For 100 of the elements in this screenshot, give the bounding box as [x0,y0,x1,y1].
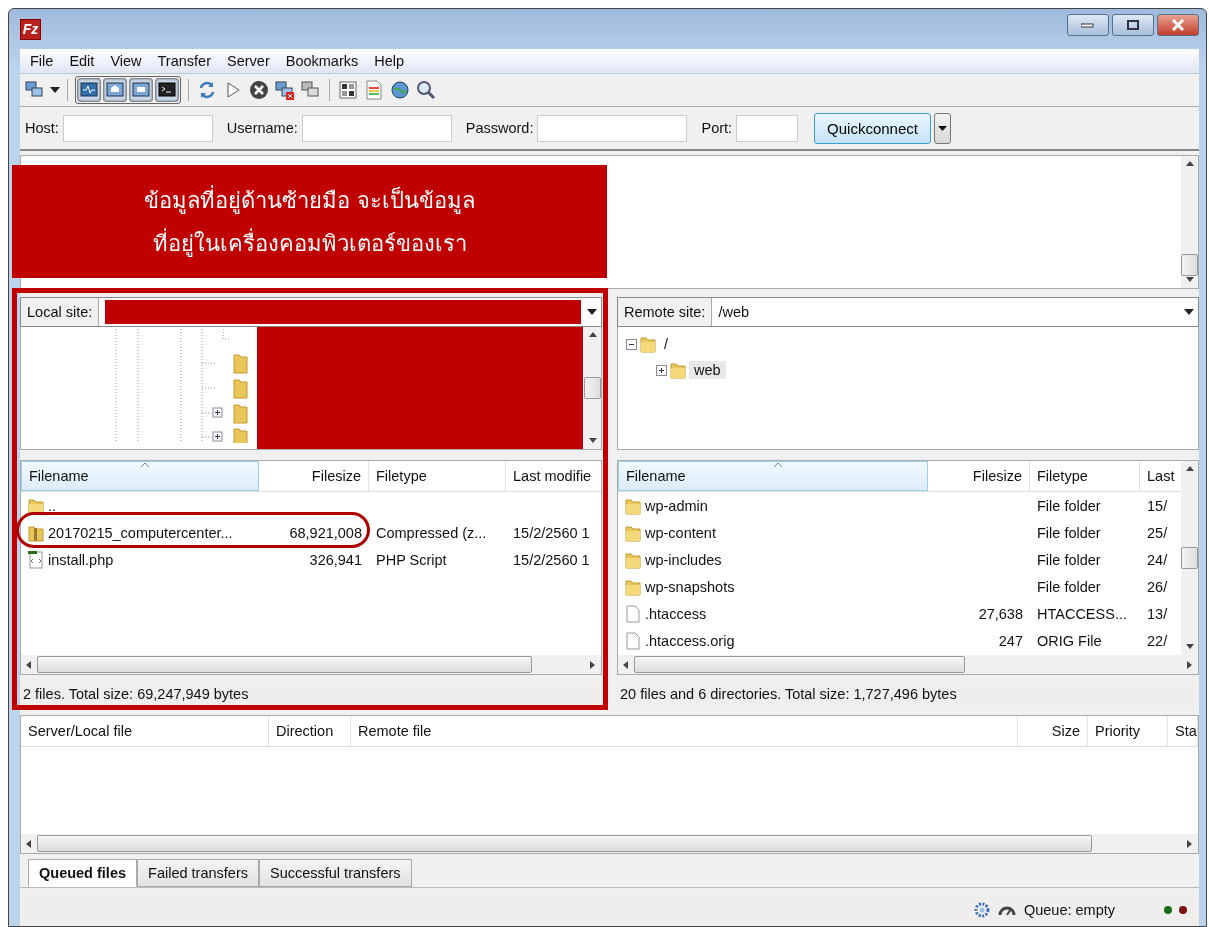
menu-item[interactable]: View [102,53,150,69]
file-name[interactable]: wp-snapshots [645,578,735,595]
close-button[interactable] [1157,14,1199,36]
expand-icon[interactable] [656,364,667,376]
tab[interactable]: Failed transfers [137,859,259,887]
tree-item[interactable]: web [689,361,726,379]
disconnect-icon[interactable] [274,79,296,101]
horizontal-scrollbar[interactable] [21,834,1198,853]
column-header[interactable]: Filesize [928,461,1030,491]
right-arrow-icon[interactable] [1186,839,1194,848]
down-arrow-icon[interactable] [588,437,597,445]
column-header[interactable]: Remote file [351,716,1018,746]
caret-icon[interactable] [587,309,597,315]
app-logo: Fz [20,18,41,40]
horizontal-scrollbar[interactable] [21,655,601,674]
collapse-icon[interactable] [626,338,637,350]
scrollbar-thumb[interactable] [1181,547,1198,569]
column-header[interactable]: Filename [618,461,928,491]
annotation-text: ข้อมูลที่อยู่ด้านซ้ายมือ จะเป็นข้อมูล [144,184,475,216]
quickconnect-button[interactable]: Quickconnect [814,112,931,144]
field-label: Username: [226,120,298,136]
file-modified: 22/ [1147,632,1168,649]
close-icon [1171,19,1185,31]
cancel-icon[interactable] [248,79,270,101]
minimize-button[interactable] [1067,14,1109,36]
menu-item[interactable]: Transfer [149,53,219,69]
minimize-icon [1081,22,1095,28]
column-header[interactable]: Priority [1088,716,1168,746]
menu-item[interactable]: File [22,53,62,69]
left-arrow-icon[interactable] [25,660,33,669]
file-name[interactable]: wp-admin [645,497,708,514]
file-name[interactable]: .htaccess.orig [645,632,735,649]
column-header[interactable]: Filename [21,461,259,491]
column-header[interactable]: Filetype [1030,461,1140,491]
input-field[interactable] [62,114,213,142]
down-arrow-icon[interactable] [1185,276,1194,284]
horizontal-scrollbar[interactable] [618,655,1198,674]
caret-icon[interactable] [1184,309,1194,315]
scrollbar-thumb[interactable] [1181,254,1198,276]
file-modified: 13/ [1147,605,1168,622]
menu-item[interactable]: Bookmarks [277,53,367,69]
file-type: Compressed (z... [376,524,487,541]
file-type: File folder [1037,578,1101,595]
column-header[interactable]: Size [1018,716,1088,746]
vertical-scrollbar[interactable] [1181,461,1198,655]
up-arrow-icon[interactable] [1185,160,1194,168]
left-arrow-icon[interactable] [25,839,33,848]
scrollbar-thumb[interactable] [634,656,965,673]
column-header[interactable]: Direction [269,716,351,746]
down-arrow-icon[interactable] [1185,643,1194,651]
input-field[interactable] [537,114,688,142]
file-name[interactable]: install.php [48,551,114,568]
tab[interactable]: Successful transfers [258,859,412,887]
column-header[interactable]: Filetype [369,461,506,491]
field-label: Password: [465,120,534,136]
globe-icon[interactable] [389,79,411,101]
annotation-text: ที่อยู่ในเครื่องคอมพิวเตอร์ของเรา [152,227,467,259]
vertical-scrollbar[interactable] [1181,156,1198,288]
input-field[interactable] [736,114,799,142]
file-name[interactable]: 20170215_computercenter... [48,524,233,541]
folder-icon [625,523,641,542]
right-arrow-icon[interactable] [589,660,597,669]
file-type: File folder [1037,551,1101,568]
path-field[interactable]: /web [718,304,750,320]
column-header[interactable]: Filesize [259,461,369,491]
up-arrow-icon[interactable] [1185,465,1194,473]
scrollbar-thumb[interactable] [37,835,1093,852]
menu-item[interactable]: Edit [61,53,103,69]
file-name[interactable]: wp-includes [645,551,722,568]
field-label: Host: [25,120,59,136]
file-modified: 24/ [1147,551,1168,568]
scrollbar-thumb[interactable] [584,377,601,399]
column-header[interactable]: Last modifie [506,461,601,491]
column-header[interactable]: Sta [1168,716,1198,746]
menu-item[interactable]: Help [366,53,413,69]
tree-item[interactable]: / [659,335,674,353]
vertical-scrollbar[interactable] [584,327,601,449]
file-name[interactable]: .htaccess [645,605,707,622]
column-header[interactable]: Server/Local file [21,716,269,746]
compare-icon[interactable] [363,79,385,101]
right-arrow-icon[interactable] [1186,660,1194,669]
dropdown-button[interactable] [934,112,951,144]
search-icon[interactable] [415,79,437,101]
filter-icon[interactable] [337,79,359,101]
input-field[interactable] [301,114,452,142]
caret-icon[interactable] [50,87,60,93]
script-file-icon [28,550,44,569]
up-arrow-icon[interactable] [588,331,597,339]
field-label: Port: [701,120,733,136]
menu-item[interactable]: Server [219,53,278,69]
file-modified: 15/2/2560 1 [513,551,590,568]
maximize-button[interactable] [1112,14,1154,36]
file-icon [625,631,641,650]
scrollbar-thumb[interactable] [37,656,533,673]
file-name[interactable]: wp-content [645,524,716,541]
file-name[interactable]: .. [48,497,57,514]
left-arrow-icon[interactable] [622,660,630,669]
file-size: 247 [998,632,1023,649]
tab[interactable]: Queued files [28,859,138,887]
folder-icon [640,335,656,353]
